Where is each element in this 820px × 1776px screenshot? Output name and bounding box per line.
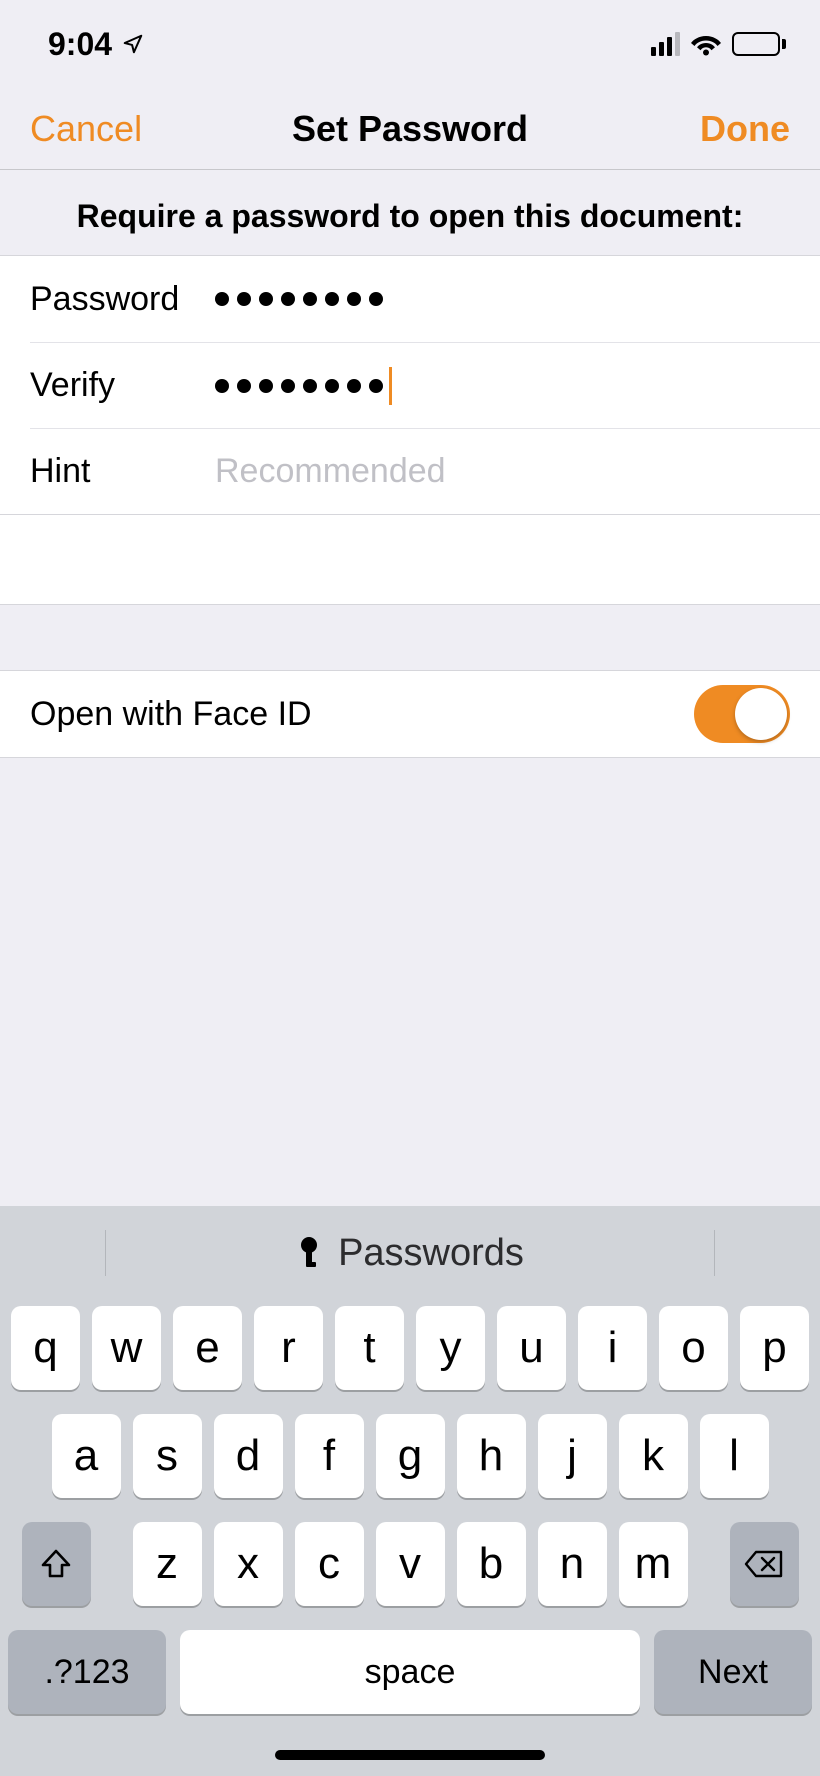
keyboard-row-3-letters: zxcvbnm bbox=[133, 1522, 688, 1606]
key-m[interactable]: m bbox=[619, 1522, 688, 1606]
keyboard-row-2: asdfghjkl bbox=[8, 1414, 812, 1498]
keyboard: Passwords qwertyuiop asdfghjkl zxcvbnm .… bbox=[0, 1206, 820, 1776]
next-key[interactable]: Next bbox=[654, 1630, 812, 1714]
key-f[interactable]: f bbox=[295, 1414, 364, 1498]
key-icon bbox=[296, 1236, 322, 1270]
password-row[interactable]: Password bbox=[0, 256, 820, 342]
key-w[interactable]: w bbox=[92, 1306, 161, 1390]
key-v[interactable]: v bbox=[376, 1522, 445, 1606]
status-right bbox=[651, 32, 786, 56]
nav-bar: Cancel Set Password Done bbox=[0, 88, 820, 170]
key-u[interactable]: u bbox=[497, 1306, 566, 1390]
key-y[interactable]: y bbox=[416, 1306, 485, 1390]
key-i[interactable]: i bbox=[578, 1306, 647, 1390]
key-b[interactable]: b bbox=[457, 1522, 526, 1606]
key-q[interactable]: q bbox=[11, 1306, 80, 1390]
keyboard-row-4: .?123 space Next bbox=[8, 1630, 812, 1714]
delete-key[interactable] bbox=[730, 1522, 799, 1606]
text-caret bbox=[389, 367, 392, 405]
shift-key[interactable] bbox=[22, 1522, 91, 1606]
status-bar: 9:04 bbox=[0, 0, 820, 88]
verify-label: Verify bbox=[30, 366, 215, 405]
password-field[interactable] bbox=[215, 292, 790, 306]
wifi-icon bbox=[690, 32, 722, 56]
section-header: Require a password to open this document… bbox=[0, 170, 820, 255]
key-x[interactable]: x bbox=[214, 1522, 283, 1606]
keyboard-row-1: qwertyuiop bbox=[8, 1306, 812, 1390]
group-padding bbox=[0, 515, 820, 605]
keyboard-row-3: zxcvbnm bbox=[8, 1522, 812, 1606]
keyboard-suggestion-text: Passwords bbox=[338, 1232, 524, 1275]
key-z[interactable]: z bbox=[133, 1522, 202, 1606]
space-key[interactable]: space bbox=[180, 1630, 640, 1714]
key-c[interactable]: c bbox=[295, 1522, 364, 1606]
background-fill bbox=[0, 760, 820, 1206]
key-p[interactable]: p bbox=[740, 1306, 809, 1390]
key-e[interactable]: e bbox=[173, 1306, 242, 1390]
toggle-knob bbox=[735, 688, 787, 740]
password-dots bbox=[215, 292, 383, 306]
key-g[interactable]: g bbox=[376, 1414, 445, 1498]
battery-icon bbox=[732, 32, 786, 56]
verify-row[interactable]: Verify bbox=[30, 342, 820, 428]
key-l[interactable]: l bbox=[700, 1414, 769, 1498]
password-label: Password bbox=[30, 280, 215, 319]
hint-row[interactable]: Hint bbox=[30, 428, 820, 514]
key-s[interactable]: s bbox=[133, 1414, 202, 1498]
verify-field[interactable] bbox=[215, 367, 790, 405]
status-left: 9:04 bbox=[48, 26, 144, 63]
page-title: Set Password bbox=[292, 108, 528, 150]
key-o[interactable]: o bbox=[659, 1306, 728, 1390]
location-icon bbox=[122, 33, 144, 55]
faceid-toggle[interactable] bbox=[694, 685, 790, 743]
section-spacer bbox=[0, 605, 820, 670]
key-n[interactable]: n bbox=[538, 1522, 607, 1606]
faceid-row: Open with Face ID bbox=[0, 670, 820, 758]
hint-label: Hint bbox=[30, 452, 215, 491]
home-indicator bbox=[275, 1750, 545, 1760]
key-h[interactable]: h bbox=[457, 1414, 526, 1498]
hint-field[interactable] bbox=[215, 452, 790, 491]
cancel-button[interactable]: Cancel bbox=[30, 108, 142, 150]
faceid-label: Open with Face ID bbox=[30, 695, 312, 734]
password-group: Password Verify Hint bbox=[0, 255, 820, 515]
key-d[interactable]: d bbox=[214, 1414, 283, 1498]
done-button[interactable]: Done bbox=[700, 108, 790, 150]
key-a[interactable]: a bbox=[52, 1414, 121, 1498]
keyboard-suggestion-bar[interactable]: Passwords bbox=[0, 1206, 820, 1300]
status-time: 9:04 bbox=[48, 26, 112, 63]
key-r[interactable]: r bbox=[254, 1306, 323, 1390]
cellular-signal-icon bbox=[651, 32, 680, 56]
numbers-key[interactable]: .?123 bbox=[8, 1630, 166, 1714]
verify-dots bbox=[215, 379, 383, 393]
key-j[interactable]: j bbox=[538, 1414, 607, 1498]
key-t[interactable]: t bbox=[335, 1306, 404, 1390]
key-k[interactable]: k bbox=[619, 1414, 688, 1498]
